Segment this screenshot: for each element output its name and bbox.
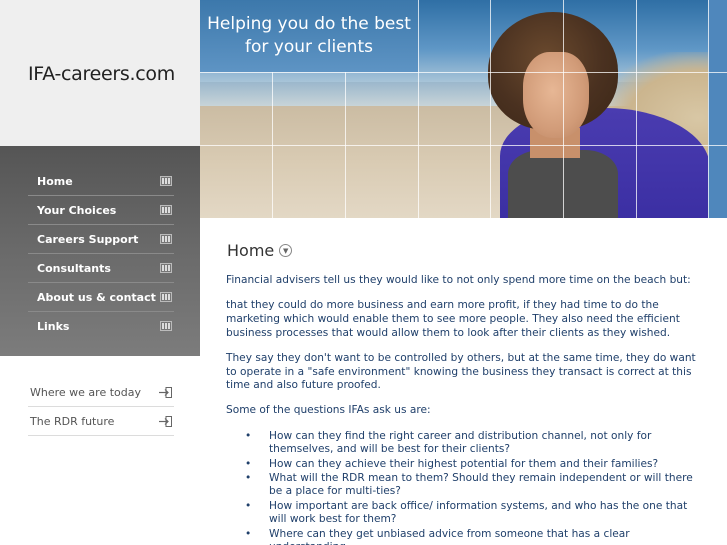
sub-nav: Where we are today The RDR future: [28, 378, 174, 436]
list-item: What will the RDR mean to them? Should t…: [243, 472, 706, 499]
banner-grid-line: [490, 0, 491, 218]
banner-headline-line-2: for your clients: [245, 37, 373, 57]
banner-blue-strip: [708, 0, 727, 218]
enter-arrow-icon: [159, 416, 172, 427]
page-title: Home ▼: [227, 241, 293, 260]
nav-item-about-contact[interactable]: About us & contact: [28, 283, 174, 312]
nav-item-careers-support[interactable]: Careers Support: [28, 225, 174, 254]
arrow-icon: [160, 321, 172, 331]
sub-nav-item-label: The RDR future: [30, 414, 115, 428]
nav-item-label: Consultants: [37, 261, 111, 275]
banner-headline: Helping you do the best for your clients: [200, 13, 418, 59]
questions-list: How can they find the right career and d…: [243, 430, 706, 545]
arrow-icon: [160, 292, 172, 302]
banner-person-face: [523, 52, 589, 138]
nav-item-your-choices[interactable]: Your Choices: [28, 196, 174, 225]
banner-headline-box: Helping you do the best for your clients: [200, 0, 418, 72]
banner-grid-line: [563, 0, 564, 218]
nav-item-label: Careers Support: [37, 232, 139, 246]
banner-grid-line: [708, 0, 709, 218]
paragraph: Some of the questions IFAs ask us are:: [226, 404, 431, 417]
chevron-down-icon[interactable]: ▼: [279, 244, 293, 257]
nav-item-links[interactable]: Links: [28, 312, 174, 341]
nav-item-label: About us & contact: [37, 290, 156, 304]
logo-area: IFA-careers.com: [0, 0, 200, 146]
paragraph: that they could do more business and ear…: [226, 299, 680, 339]
main-content: Home ▼ Financial advisers tell us they w…: [200, 218, 727, 545]
banner-grid-line: [636, 0, 637, 218]
banner-grid-line: [200, 145, 727, 146]
nav-item-label: Links: [37, 320, 70, 333]
list-item: How can they achieve their highest poten…: [243, 458, 706, 472]
site-logo[interactable]: IFA-careers.com: [28, 63, 175, 85]
left-column: IFA-careers.com Home Your Choices Career…: [0, 0, 200, 545]
banner-grid-line: [418, 0, 419, 218]
enter-arrow-icon: [159, 387, 172, 398]
paragraph: They say they don't want to be controlle…: [226, 351, 696, 392]
nav-item-consultants[interactable]: Consultants: [28, 254, 174, 283]
banner-grid-line: [200, 72, 727, 73]
arrow-icon: [160, 263, 172, 273]
nav-item-label: Your Choices: [37, 203, 117, 217]
sub-nav-item-rdr-future[interactable]: The RDR future: [28, 407, 174, 436]
arrow-icon: [160, 176, 172, 186]
arrow-icon: [160, 234, 172, 244]
header-banner: Helping you do the best for your clients: [200, 0, 727, 218]
nav-item-label: Home: [37, 174, 73, 188]
list-item: Where can they get unbiased advice from …: [243, 528, 706, 545]
arrow-icon: [160, 205, 172, 215]
page-title-text: Home: [227, 241, 275, 260]
main-nav: Home Your Choices Careers Support Consul…: [0, 146, 200, 356]
nav-item-home[interactable]: Home: [28, 167, 174, 196]
body-text: Financial advisers tell us they would li…: [226, 274, 706, 545]
banner-headline-line-1: Helping you do the best: [207, 14, 411, 34]
paragraph: Financial advisers tell us they would li…: [226, 274, 691, 286]
list-item: How important are back office/ informati…: [243, 500, 706, 527]
sub-nav-item-where-we-are-today[interactable]: Where we are today: [28, 378, 174, 407]
sub-nav-item-label: Where we are today: [30, 385, 141, 399]
list-item: How can they find the right career and d…: [243, 430, 706, 457]
